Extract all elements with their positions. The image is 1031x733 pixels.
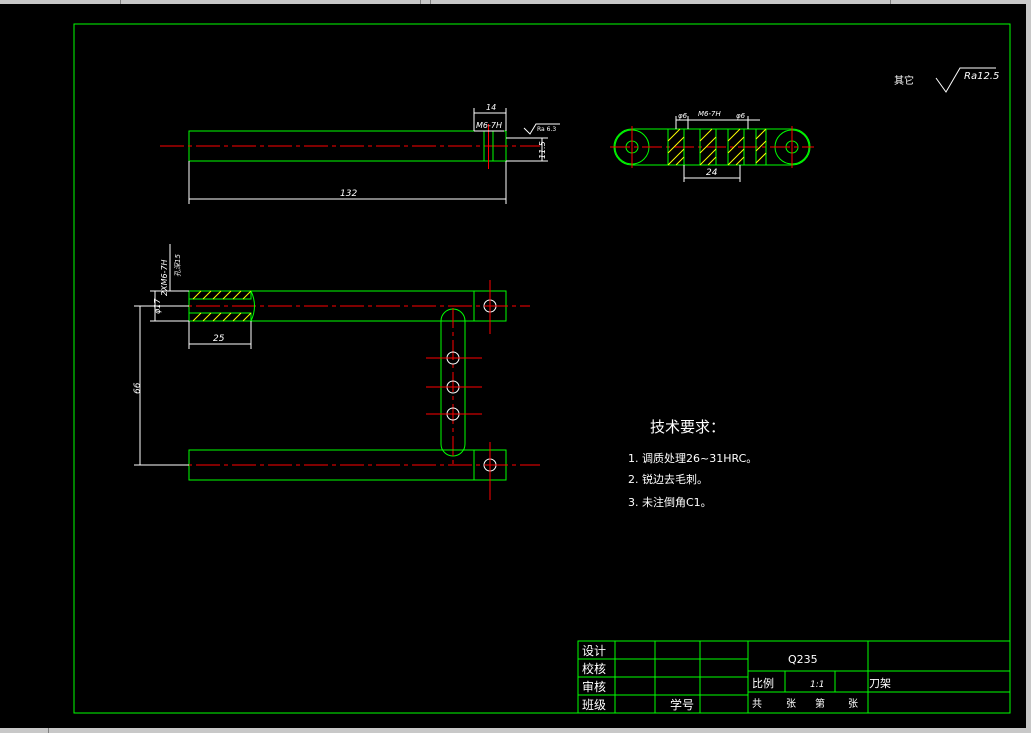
vertical-scrollbar[interactable]	[1026, 4, 1031, 728]
tech-requirements-title: 技术要求：	[650, 418, 725, 436]
top-view: 132 14 M6-7H 11.5 Ra 6.3	[160, 103, 560, 204]
tech-requirement-item: 1. 调质处理26~31HRC。	[628, 452, 757, 465]
height-dimension: 11.5	[538, 141, 547, 159]
status-bar-segment	[0, 728, 49, 733]
thread-dimension: M6-7H	[698, 110, 721, 118]
thread-depth: 孔深15	[174, 254, 182, 277]
check-label: 校核	[582, 661, 606, 676]
sheet-unit-label: 张	[848, 698, 858, 710]
tech-requirement-item: 3. 未注倒角C1。	[628, 495, 712, 509]
review-label: 审核	[582, 679, 606, 694]
tech-requirement-item: 2. 锐边去毛刺。	[628, 472, 708, 486]
hole-left-dimension: φ6	[678, 112, 688, 120]
technical-requirements: 技术要求： 1. 调质处理26~31HRC。 2. 锐边去毛刺。 3. 未注倒角…	[628, 418, 757, 509]
sheet-unit-label: 张	[786, 698, 796, 710]
width-dimension: 14	[486, 103, 496, 112]
front-view: φ17 2XM6-7H 孔深15 25 66	[133, 244, 540, 500]
hole-right-dimension: φ6	[736, 112, 746, 120]
thread-note: M6-7H	[476, 121, 502, 130]
design-label: 设计	[582, 644, 606, 658]
title-block-text: 设计 校核 审核 班级 学号 Q235 比例 1:1 刀架 共 张 第 张	[582, 644, 891, 712]
scale-value: 1:1	[810, 680, 824, 690]
sheet-number-label: 第	[815, 697, 825, 710]
sheet-total-label: 共	[752, 698, 762, 710]
spacing-dimension: 24	[706, 168, 718, 178]
roughness-value: Ra 6.3	[537, 126, 556, 133]
scale-label: 比例	[752, 676, 774, 690]
student-number-label: 学号	[670, 697, 694, 712]
roughness-value: Ra12.5	[964, 71, 999, 82]
material-value: Q235	[788, 653, 818, 666]
thread-note: 2XM6-7H	[160, 259, 169, 296]
part-name: 刀架	[869, 677, 891, 690]
roughness-label: 其它	[894, 74, 914, 87]
end-view: 24 φ6 M6-7H φ6	[610, 110, 814, 182]
cad-drawing-canvas[interactable]: 其它 Ra12.5 132 14 M6-7H 11.5 Ra 6.3 24 φ6…	[0, 4, 1026, 728]
status-bar	[0, 728, 1031, 733]
depth-dimension: 25	[213, 334, 225, 344]
surface-roughness-note: 其它 Ra12.5	[894, 67, 999, 93]
height-dimension: 66	[133, 382, 143, 394]
length-dimension: 132	[340, 189, 357, 199]
class-label: 班级	[582, 698, 606, 712]
